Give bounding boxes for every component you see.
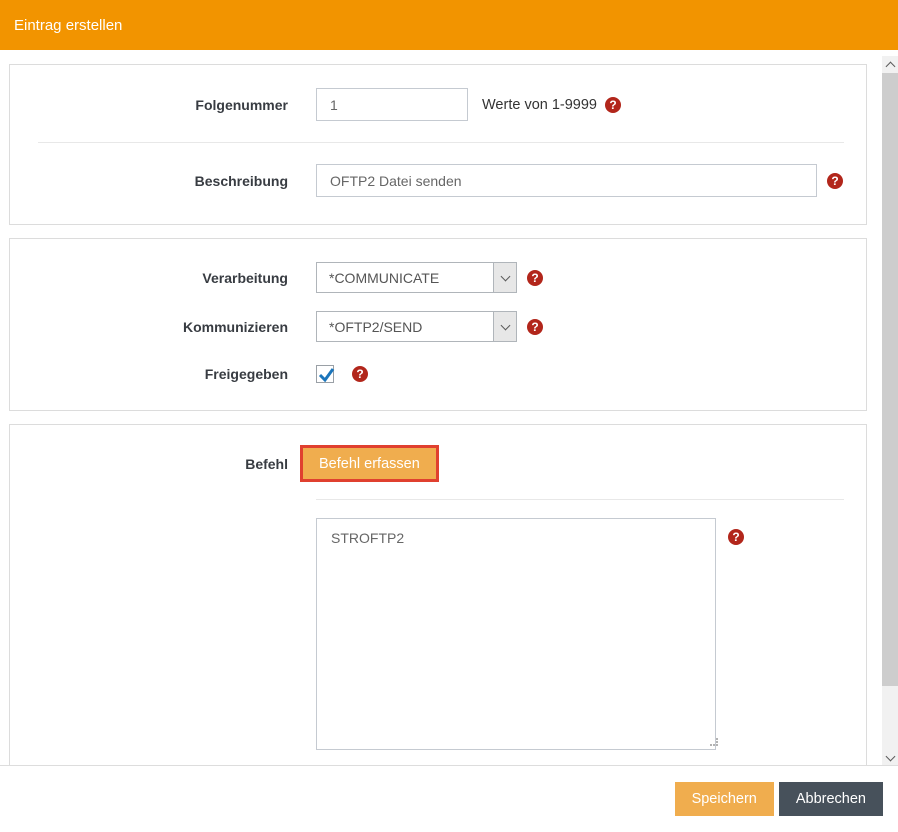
divider — [316, 499, 844, 500]
cancel-button[interactable]: Abbrechen — [778, 782, 883, 816]
folgenummer-input[interactable] — [316, 88, 468, 121]
help-icon[interactable]: ? — [527, 318, 543, 335]
help-icon[interactable]: ? — [827, 172, 843, 189]
folgenummer-hint: Werte von 1-9999 — [482, 96, 597, 113]
help-icon[interactable]: ? — [527, 269, 543, 286]
verarbeitung-label: Verarbeitung — [202, 269, 288, 286]
divider — [38, 142, 844, 143]
folgenummer-label: Folgenummer — [195, 96, 288, 113]
help-icon[interactable]: ? — [605, 96, 621, 113]
beschreibung-label: Beschreibung — [194, 172, 288, 189]
save-button[interactable]: Speichern — [674, 782, 774, 816]
chevron-down-icon[interactable] — [493, 312, 516, 341]
vertical-scrollbar[interactable] — [882, 56, 898, 766]
kommunizieren-label: Kommunizieren — [182, 318, 288, 335]
kommunizieren-select[interactable]: *OFTP2/SEND — [316, 311, 517, 342]
command-textarea[interactable]: STROFTP2 — [316, 518, 716, 750]
command-textarea-row: STROFTP2 ? — [38, 518, 846, 750]
beschreibung-row: Beschreibung ? — [38, 164, 846, 197]
kommunizieren-row: Kommunizieren *OFTP2/SEND ? — [38, 311, 846, 342]
befehl-erfassen-button[interactable]: Befehl erfassen — [303, 448, 436, 479]
panel-processing: Verarbeitung *COMMUNICATE ? Kommuniziere… — [9, 238, 867, 411]
scroll-up-icon[interactable] — [882, 56, 898, 73]
folgenummer-row: Folgenummer Werte von 1-9999 ? — [38, 88, 846, 121]
freigegeben-label: Freigegeben — [204, 366, 288, 382]
panel-command: Befehl Befehl erfassen STROFTP2 ? — [9, 424, 867, 765]
dialog-footer: Speichern Abbrechen — [0, 765, 898, 832]
help-icon[interactable]: ? — [352, 366, 368, 382]
freigegeben-checkbox[interactable] — [316, 365, 335, 383]
beschreibung-input[interactable] — [316, 164, 817, 197]
chevron-down-icon[interactable] — [493, 263, 516, 292]
verarbeitung-selected-value: *COMMUNICATE — [329, 269, 440, 286]
dialog-body: Folgenummer Werte von 1-9999 ? Beschreib… — [0, 50, 882, 765]
panel-identification: Folgenummer Werte von 1-9999 ? Beschreib… — [9, 64, 867, 225]
check-icon — [318, 368, 335, 383]
help-icon[interactable]: ? — [728, 529, 744, 545]
dialog-header: Eintrag erstellen — [0, 0, 898, 50]
scrollbar-thumb[interactable] — [882, 73, 898, 686]
scroll-down-icon[interactable] — [882, 749, 898, 766]
verarbeitung-row: Verarbeitung *COMMUNICATE ? — [38, 262, 846, 293]
befehl-row: Befehl Befehl erfassen — [38, 448, 846, 479]
verarbeitung-select[interactable]: *COMMUNICATE — [316, 262, 517, 293]
befehl-label: Befehl — [245, 455, 288, 472]
freigegeben-row: Freigegeben ? — [38, 365, 846, 383]
dialog-title: Eintrag erstellen — [14, 16, 123, 34]
kommunizieren-selected-value: *OFTP2/SEND — [329, 318, 423, 335]
